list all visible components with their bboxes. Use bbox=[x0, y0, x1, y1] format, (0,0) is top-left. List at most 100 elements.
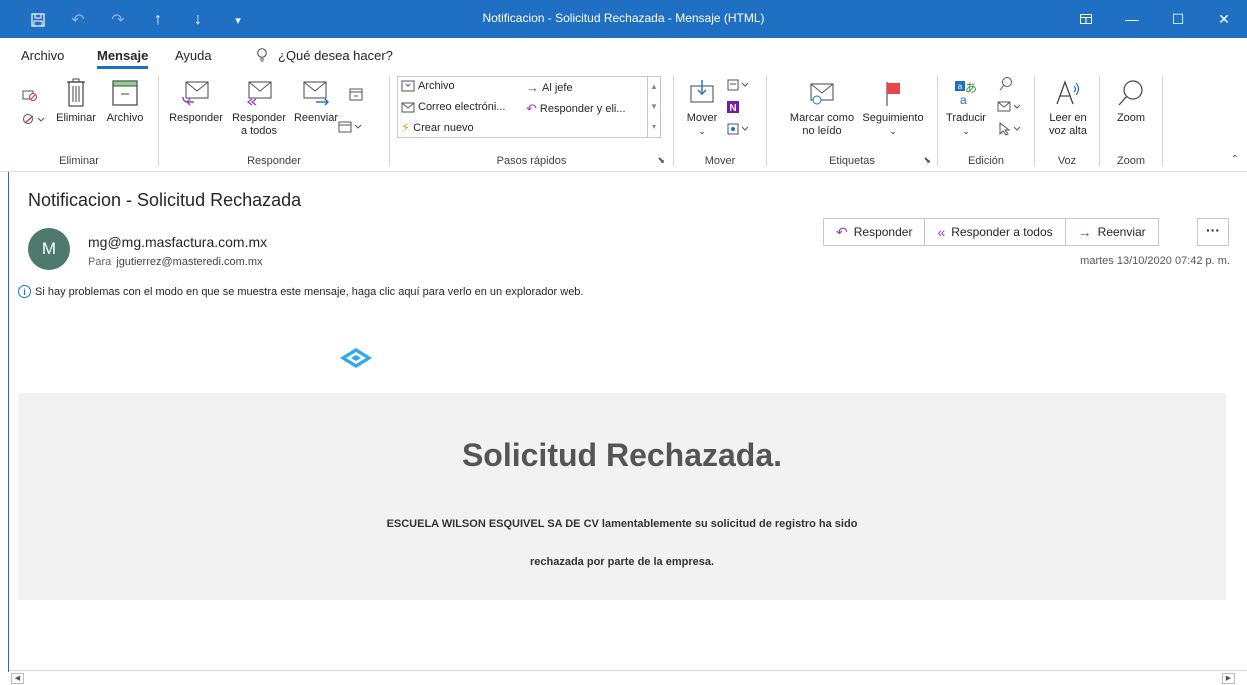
forward-envelope-icon bbox=[303, 81, 329, 106]
forward-action-button[interactable]: → Reenviar bbox=[1066, 219, 1158, 245]
chevron-down-icon: ⌄ bbox=[698, 126, 706, 136]
tab-archivo[interactable]: Archivo bbox=[21, 48, 64, 63]
follow-up-button[interactable]: Seguimiento ⌄ bbox=[858, 80, 928, 138]
forward-button[interactable]: Reenviar bbox=[291, 80, 341, 125]
sender-address[interactable]: mg@mg.masfactura.com.mx bbox=[88, 234, 267, 250]
reply-all-action-label: Responder a todos bbox=[951, 225, 1053, 239]
gallery-more[interactable]: ▾ bbox=[647, 117, 660, 137]
lightbulb-icon bbox=[256, 48, 268, 65]
dialog-launcher-icon[interactable]: ⬊ bbox=[657, 155, 665, 166]
reply-icon: ↶ bbox=[836, 223, 848, 240]
svg-text:あ: あ bbox=[965, 81, 977, 95]
move-label: Mover bbox=[686, 112, 718, 124]
quick-step-archivo-label: Archivo bbox=[418, 80, 455, 92]
save-icon[interactable] bbox=[26, 9, 50, 31]
group-mover: Mover ⌄ N Mover bbox=[674, 72, 766, 172]
group-zoom: Zoom Zoom bbox=[1100, 72, 1162, 172]
move-button[interactable]: Mover ⌄ bbox=[682, 78, 722, 138]
chevron-down-icon: ⌄ bbox=[889, 126, 897, 136]
search-icon[interactable] bbox=[998, 76, 1014, 95]
recipient-address[interactable]: jgutierrez@masteredi.com.mx bbox=[116, 256, 262, 268]
envelope-icon bbox=[401, 102, 415, 112]
tab-mensaje[interactable]: Mensaje bbox=[97, 48, 149, 69]
more-respond-icon[interactable] bbox=[337, 120, 363, 137]
ribbon: Eliminar Archivo Eliminar Responder Resp… bbox=[0, 72, 1247, 172]
body-title: Solicitud Rechazada. bbox=[461, 437, 783, 473]
customize-toolbar-icon[interactable]: ▾ bbox=[226, 9, 250, 31]
gallery-scroll-up[interactable]: ▲ bbox=[647, 77, 660, 97]
quick-step-al-jefe[interactable]: → Al jefe bbox=[526, 80, 573, 95]
quick-step-responder-eliminar[interactable]: ↶ Responder y eli... bbox=[526, 101, 626, 117]
zoom-label: Zoom bbox=[1116, 112, 1146, 124]
reply-all-icon: « bbox=[937, 224, 946, 240]
ribbon-tabs: Archivo Mensaje Ayuda ¿Qué desea hacer? bbox=[0, 38, 1247, 72]
ribbon-display-options-icon[interactable] bbox=[1063, 0, 1109, 38]
gallery-scroll-down[interactable]: ▼ bbox=[647, 97, 660, 117]
quick-step-crear-nuevo[interactable]: ⚡ Crear nuevo bbox=[401, 120, 474, 136]
message-actions: ↶ Responder « Responder a todos → Reenvi… bbox=[823, 218, 1159, 246]
read-aloud-icon bbox=[1056, 80, 1080, 105]
reply-all-label-1: Responder bbox=[232, 112, 286, 124]
undo-icon[interactable]: ↶ bbox=[66, 9, 90, 31]
quick-step-al-jefe-label: Al jefe bbox=[542, 81, 573, 94]
select-icon[interactable] bbox=[996, 121, 1022, 139]
zoom-button[interactable]: Zoom bbox=[1108, 78, 1154, 125]
reply-all-envelope-icon bbox=[246, 81, 272, 106]
group-label-edicion: Edición bbox=[967, 155, 1005, 167]
onenote-icon[interactable]: N bbox=[726, 100, 740, 117]
minimize-button[interactable]: — bbox=[1109, 0, 1155, 38]
more-actions-button[interactable]: ··· bbox=[1197, 218, 1229, 246]
chevron-down-icon: ⌄ bbox=[962, 126, 970, 136]
related-icon[interactable] bbox=[996, 100, 1022, 117]
close-button[interactable]: ✕ bbox=[1201, 0, 1247, 38]
archive-button[interactable]: Archivo bbox=[102, 78, 148, 125]
reply-button[interactable]: Responder bbox=[167, 80, 225, 125]
forward-label: Reenviar bbox=[293, 112, 339, 124]
read-aloud-label-2: voz alta bbox=[1049, 125, 1087, 137]
previous-item-icon[interactable]: ↑ bbox=[146, 9, 170, 31]
avatar[interactable]: M bbox=[28, 228, 70, 270]
group-etiquetas: Marcar como no leído Seguimiento ⌄ Etiqu… bbox=[767, 72, 937, 172]
collapse-ribbon-icon[interactable]: ⌃ bbox=[1231, 154, 1239, 165]
group-edicion: aあa Traducir ⌄ Edición bbox=[938, 72, 1034, 172]
maximize-button[interactable]: ☐ bbox=[1155, 0, 1201, 38]
next-item-icon[interactable]: ↓ bbox=[186, 9, 210, 31]
mark-unread-button[interactable]: Marcar como no leído bbox=[787, 80, 857, 138]
move-folder-icon bbox=[690, 80, 714, 103]
scroll-right-icon[interactable]: ▶ bbox=[1222, 673, 1235, 684]
lightning-icon: ⚡ bbox=[401, 120, 411, 135]
dialog-launcher-icon[interactable]: ⬊ bbox=[923, 155, 931, 166]
translate-button[interactable]: aあa Traducir ⌄ bbox=[944, 78, 988, 138]
group-label-responder: Responder bbox=[247, 155, 301, 167]
redo-icon[interactable]: ↷ bbox=[106, 9, 130, 31]
read-aloud-label-1: Leer en bbox=[1049, 112, 1087, 124]
read-aloud-button[interactable]: Leer en voz alta bbox=[1045, 78, 1091, 138]
tab-ayuda[interactable]: Ayuda bbox=[175, 48, 212, 63]
flag-icon bbox=[886, 82, 900, 106]
info-bar[interactable]: i Si hay problemas con el modo en que se… bbox=[18, 285, 584, 298]
delete-button[interactable]: Eliminar bbox=[54, 78, 98, 125]
quick-step-correo-label: Correo electróni... bbox=[418, 101, 506, 113]
reply-all-action-button[interactable]: « Responder a todos bbox=[925, 219, 1066, 245]
actions-icon[interactable] bbox=[726, 122, 750, 139]
company-logo bbox=[336, 345, 376, 374]
reply-action-button[interactable]: ↶ Responder bbox=[824, 219, 926, 245]
reply-envelope-icon bbox=[182, 81, 209, 106]
group-label-voz: Voz bbox=[1057, 155, 1077, 167]
reply-action-label: Responder bbox=[853, 225, 913, 239]
tell-me-search[interactable]: ¿Qué desea hacer? bbox=[256, 48, 393, 65]
quick-step-correo[interactable]: Correo electróni... bbox=[401, 101, 505, 113]
scroll-left-icon[interactable]: ◀ bbox=[11, 673, 24, 684]
ignore-icon[interactable] bbox=[22, 88, 38, 105]
arrow-right-icon: → bbox=[526, 80, 539, 95]
mark-unread-label-1: Marcar como bbox=[789, 112, 855, 124]
reply-all-button[interactable]: Responder a todos bbox=[229, 80, 289, 138]
junk-icon[interactable] bbox=[22, 112, 46, 129]
rules-icon[interactable] bbox=[726, 78, 750, 95]
meeting-reply-icon[interactable] bbox=[348, 86, 364, 105]
horizontal-scrollbar[interactable]: ◀ ▶ bbox=[9, 670, 1247, 685]
unread-envelope-icon bbox=[810, 83, 834, 105]
quick-step-archivo[interactable]: Archivo bbox=[401, 80, 455, 92]
group-label-mover: Mover bbox=[704, 155, 736, 167]
quick-steps-gallery: Archivo → Al jefe Correo electróni... ↶ … bbox=[397, 76, 661, 138]
